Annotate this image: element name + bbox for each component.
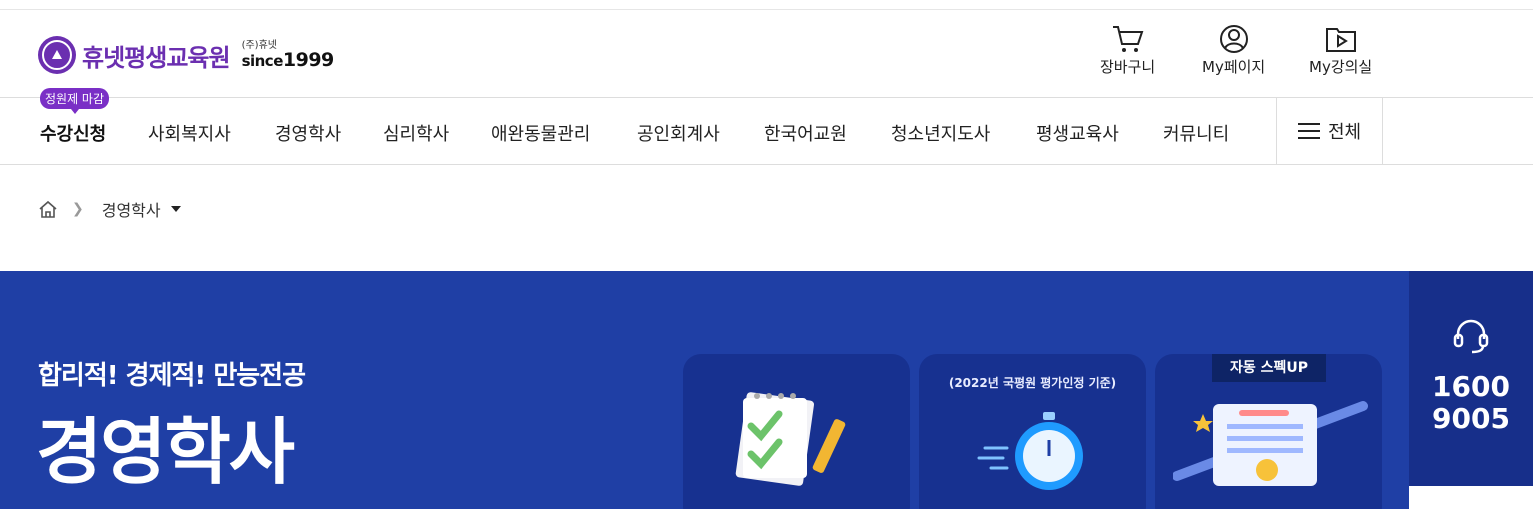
my-classroom-link[interactable]: My강의실 (1309, 24, 1372, 77)
cart-link[interactable]: 장바구니 (1100, 24, 1155, 77)
since-mark: (주)휴넷 since1999 (241, 40, 335, 71)
top-divider (0, 9, 1533, 10)
cart-icon (1112, 26, 1143, 52)
nav-item-accountant[interactable]: 공인회계사 (637, 120, 720, 146)
feature-card-2: (2022년 국평원 평가인정 기준) (919, 354, 1146, 509)
certificate-icon (1173, 401, 1368, 486)
mypage-label: My페이지 (1202, 58, 1266, 76)
since-year: 1999 (282, 48, 334, 71)
nav-item-psychology[interactable]: 심리학사 (383, 120, 449, 146)
home-icon[interactable] (38, 199, 58, 219)
nav-item-youth-instructor[interactable]: 청소년지도사 (891, 120, 990, 146)
headset-icon (1453, 319, 1489, 354)
hero-banner: 합리적! 경제적! 만능전공 경영학사 (2022년 국평원 평가인정 기준) … (0, 271, 1409, 509)
nav-item-pet-care[interactable]: 애완동물관리 (491, 120, 590, 146)
feature-card-note: (2022년 국평원 평가인정 기준) (948, 376, 1117, 390)
hamburger-icon (1297, 123, 1320, 139)
mypage-link[interactable]: My페이지 (1202, 24, 1265, 77)
stopwatch-icon (977, 412, 1083, 490)
breadcrumb-current[interactable]: 경영학사 (102, 197, 161, 221)
all-menu-label: 전체 (1327, 122, 1362, 143)
all-menu-button[interactable]: 전체 (1276, 98, 1383, 164)
cart-label: 장바구니 (1100, 58, 1156, 76)
closing-badge: 정원제 마감 (40, 88, 110, 114)
feature-card-3: 자동 스펙UP (1155, 354, 1382, 509)
customer-center-panel[interactable]: 1600 9005 (1409, 271, 1533, 486)
nav-item-enroll[interactable]: 수강신청 (40, 120, 106, 146)
spec-up-tag: 자동 스펙UP (1212, 354, 1326, 382)
since-word: since (241, 51, 284, 70)
site-logo[interactable]: 휴넷평생교육원 (주)휴넷 since1999 (38, 36, 334, 74)
breadcrumb: ❯ 경영학사 (38, 197, 181, 221)
chevron-down-icon[interactable] (170, 206, 181, 212)
my-classroom-label: My강의실 (1309, 58, 1373, 76)
user-icon (1219, 25, 1248, 53)
checklist-pencil-icon (735, 392, 846, 486)
phone-number-line1: 1600 (1432, 370, 1510, 403)
nav-item-business[interactable]: 경영학사 (275, 120, 341, 146)
nav-item-community[interactable]: 커뮤니티 (1163, 120, 1229, 146)
nav-item-korean-teacher[interactable]: 한국어교원 (764, 120, 847, 146)
hero-subtitle: 합리적! 경제적! 만능전공 (38, 361, 306, 391)
play-folder-icon (1325, 28, 1356, 52)
nav-item-social-welfare[interactable]: 사회복지사 (148, 120, 231, 146)
phone-number-line2: 9005 (1432, 402, 1510, 435)
feature-card-1 (683, 354, 910, 509)
gnb-bottom-border (0, 164, 1533, 165)
logo-emblem-icon (38, 36, 76, 74)
nav-item-lifelong-educator[interactable]: 평생교육사 (1036, 120, 1119, 146)
brand-name: 휴넷평생교육원 (82, 43, 231, 72)
hero-title: 경영학사 (36, 410, 295, 494)
breadcrumb-separator-icon: ❯ (72, 201, 84, 217)
customer-center-gap (1409, 486, 1533, 509)
